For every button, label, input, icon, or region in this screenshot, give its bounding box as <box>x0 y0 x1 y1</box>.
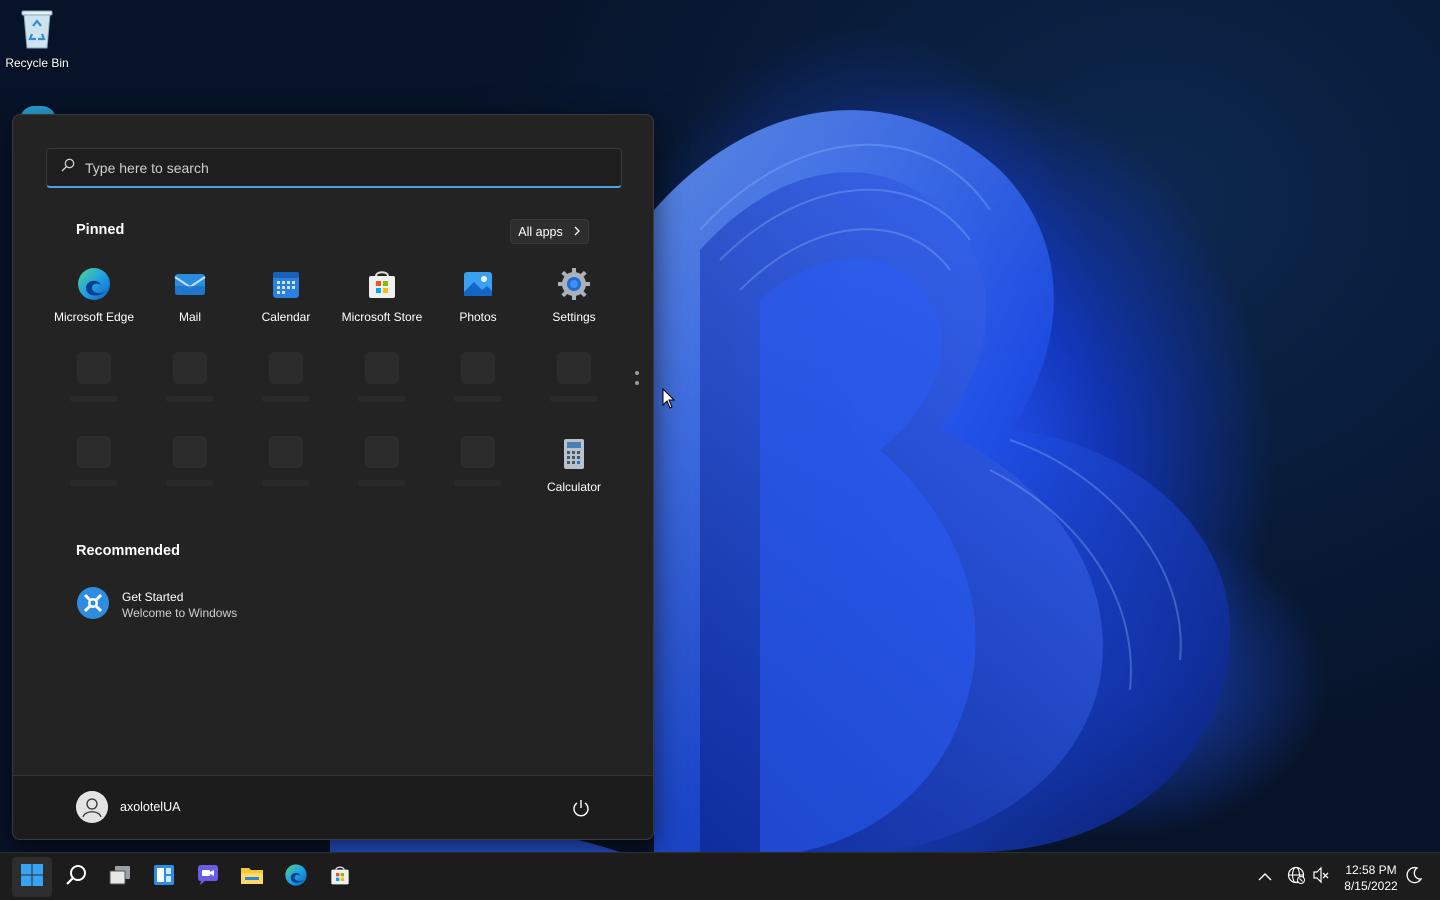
notification-icon[interactable] <box>1405 866 1423 889</box>
app-label: Calendar <box>261 310 311 324</box>
pinned-placeholder <box>334 430 430 504</box>
pinned-app-store[interactable]: Microsoft Store <box>334 260 430 334</box>
pinned-app-photos[interactable]: Photos <box>430 260 526 334</box>
app-label: Calculator <box>546 480 602 494</box>
taskbar-chat-button[interactable] <box>188 857 228 897</box>
pinned-placeholder <box>526 346 622 420</box>
taskbar-task-view-button[interactable] <box>100 857 140 897</box>
chevron-up-icon[interactable] <box>1258 869 1278 887</box>
all-apps-label: All apps <box>518 224 563 239</box>
pinned-app-calculator[interactable]: Calculator <box>526 430 622 504</box>
chat-icon <box>196 863 220 892</box>
desktop-icon-recycle-bin[interactable]: Recycle Bin <box>4 6 70 76</box>
start-menu: Pinned All apps Microsoft Edge <box>12 114 654 840</box>
taskbar-start-button[interactable] <box>12 857 52 897</box>
mail-icon <box>172 266 208 302</box>
pinned-placeholder <box>142 346 238 420</box>
pinned-app-mail[interactable]: Mail <box>142 260 238 334</box>
taskbar-store-button[interactable] <box>320 857 360 897</box>
user-account-button[interactable]: axolotelUA <box>76 791 180 823</box>
calendar-icon <box>268 266 304 302</box>
all-apps-button[interactable]: All apps <box>510 219 589 244</box>
pinned-app-settings[interactable]: Settings <box>526 260 622 334</box>
recommended-item-get-started[interactable]: Get Started Welcome to Windows <box>76 585 276 625</box>
search-input[interactable] <box>85 159 565 176</box>
chevron-right-icon <box>573 225 581 239</box>
widgets-icon <box>152 863 176 892</box>
edge-icon <box>76 266 112 302</box>
recommended-item-title: Get Started <box>122 590 184 604</box>
app-label: Microsoft Store <box>341 310 423 324</box>
windows-start-icon <box>20 863 44 892</box>
pinned-placeholder <box>46 430 142 504</box>
edge-icon <box>284 863 308 892</box>
network-icon[interactable] <box>1287 866 1305 889</box>
page-indicator-dots[interactable] <box>635 371 641 391</box>
taskbar-clock[interactable]: 12:58 PM 8/15/2022 <box>1338 862 1404 894</box>
start-search-box[interactable] <box>46 148 622 188</box>
store-icon <box>364 266 400 302</box>
pinned-placeholder <box>238 346 334 420</box>
search-icon <box>64 863 88 892</box>
mouse-cursor-icon <box>662 387 676 415</box>
clock-time: 12:58 PM <box>1345 863 1397 877</box>
search-icon <box>61 158 75 177</box>
user-name: axolotelUA <box>120 800 181 814</box>
recommended-heading: Recommended <box>76 543 180 559</box>
get-started-icon <box>76 586 110 625</box>
pinned-placeholder <box>142 430 238 504</box>
calculator-icon <box>556 436 592 472</box>
recycle-bin-icon <box>20 8 54 50</box>
store-icon <box>328 863 352 892</box>
file-explorer-icon <box>240 863 264 892</box>
user-avatar-icon <box>76 791 108 823</box>
pinned-placeholder <box>334 346 430 420</box>
taskbar: 12:58 PM 8/15/2022 <box>0 852 1440 900</box>
start-menu-footer: axolotelUA <box>13 775 653 839</box>
settings-icon <box>556 266 592 302</box>
app-label: Settings <box>552 310 596 324</box>
page-dot[interactable] <box>635 371 639 375</box>
app-label: Photos <box>459 310 497 324</box>
pinned-heading: Pinned <box>76 222 125 238</box>
taskbar-search-button[interactable] <box>56 857 96 897</box>
volume-muted-icon[interactable] <box>1312 866 1330 889</box>
power-icon[interactable] <box>571 798 591 818</box>
app-label: Microsoft Edge <box>53 310 135 324</box>
page-dot[interactable] <box>635 381 639 385</box>
taskbar-file-explorer-button[interactable] <box>232 857 272 897</box>
pinned-placeholder <box>46 346 142 420</box>
pinned-app-calendar[interactable]: Calendar <box>238 260 334 334</box>
pinned-placeholder <box>430 346 526 420</box>
taskbar-edge-button[interactable] <box>276 857 316 897</box>
clock-date: 8/15/2022 <box>1344 879 1398 893</box>
recommended-item-subtitle: Welcome to Windows <box>122 606 238 620</box>
pinned-placeholder <box>238 430 334 504</box>
desktop-icon-label: Recycle Bin <box>5 56 69 70</box>
task-view-icon <box>108 863 132 892</box>
pinned-app-edge[interactable]: Microsoft Edge <box>46 260 142 334</box>
photos-icon <box>460 266 496 302</box>
taskbar-widgets-button[interactable] <box>144 857 184 897</box>
app-label: Mail <box>178 310 201 324</box>
pinned-placeholder <box>430 430 526 504</box>
